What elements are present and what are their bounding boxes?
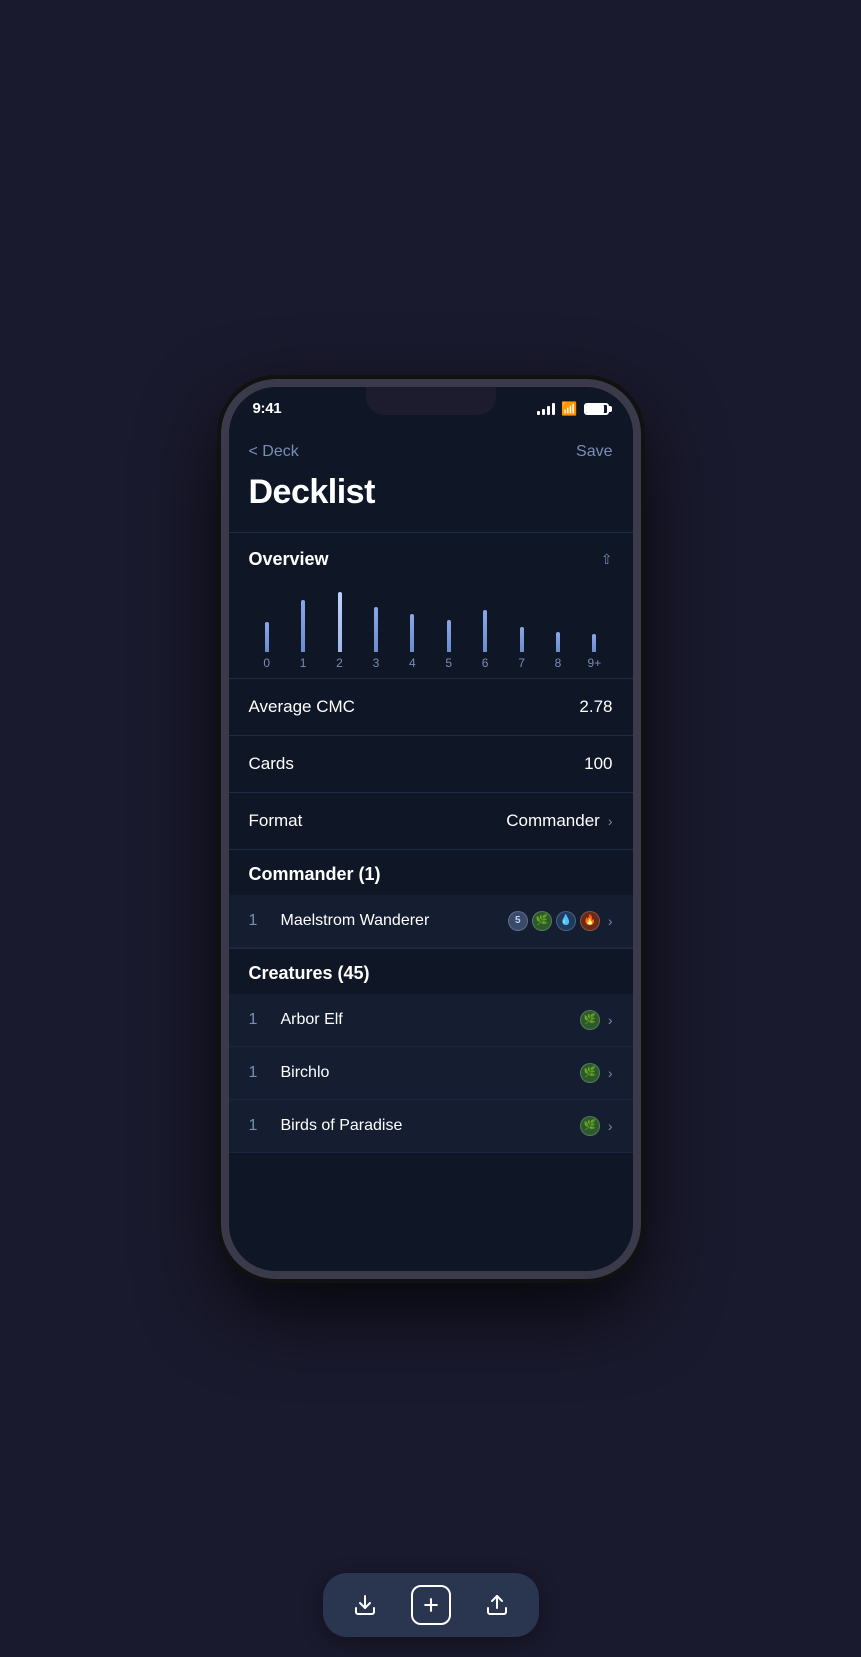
nav-bar: < Deck Save <box>229 431 633 469</box>
card-row-birds[interactable]: 1 Birds of Paradise 🌿 › <box>229 1100 633 1153</box>
wifi-icon: 📶 <box>561 401 577 417</box>
mana-generic-icon: 5 <box>508 911 528 931</box>
cards-label: Cards <box>249 754 294 774</box>
card-symbols-arbor: 🌿 <box>580 1010 600 1030</box>
chart-col-7: 7 <box>503 592 539 670</box>
chart-label-5: 5 <box>445 656 452 670</box>
creatures-section-header: Creatures (45) <box>229 949 633 994</box>
notch <box>366 387 496 415</box>
chart-label-1: 1 <box>300 656 307 670</box>
average-cmc-value: 2.78 <box>579 697 612 717</box>
overview-header[interactable]: Overview ⇧ <box>229 533 633 586</box>
chart-col-0: 0 <box>249 592 285 670</box>
mana-green-arbor-icon: 🌿 <box>580 1010 600 1030</box>
format-value-group: Commander › <box>506 811 612 831</box>
mana-green-birchlo-icon: 🌿 <box>580 1063 600 1083</box>
card-name-arbor: Arbor Elf <box>281 1011 580 1029</box>
status-time: 9:41 <box>253 400 282 417</box>
chart-col-9plus: 9+ <box>576 592 612 670</box>
chart-col-6: 6 <box>467 592 503 670</box>
page-title: Decklist <box>249 473 613 512</box>
chart-col-1: 1 <box>285 592 321 670</box>
commander-section-header: Commander (1) <box>229 850 633 895</box>
chart-label-8: 8 <box>555 656 562 670</box>
mana-curve-chart: 0 1 2 <box>229 586 633 678</box>
card-qty-birds: 1 <box>249 1117 269 1135</box>
format-value: Commander <box>506 811 600 831</box>
card-qty-arbor: 1 <box>249 1011 269 1029</box>
back-button[interactable]: < Deck <box>249 443 299 461</box>
arbor-arrow-icon: › <box>608 1012 613 1028</box>
mana-green-birds-icon: 🌿 <box>580 1116 600 1136</box>
save-button[interactable]: Save <box>576 443 612 461</box>
screen[interactable]: < Deck Save Decklist Overview ⇧ <box>229 431 633 1271</box>
chart-label-9plus: 9+ <box>588 656 602 670</box>
phone-wrapper: 9:41 📶 < Deck Save <box>0 0 861 1657</box>
card-qty-birchlo: 1 <box>249 1064 269 1082</box>
card-row-birchlo[interactable]: 1 Birchlo 🌿 › <box>229 1047 633 1100</box>
page-title-section: Decklist <box>229 469 633 532</box>
mana-red-icon: 🔥 <box>580 911 600 931</box>
birchlo-arrow-icon: › <box>608 1065 613 1081</box>
mana-green-icon: 🌿 <box>532 911 552 931</box>
format-arrow-icon: › <box>608 813 613 829</box>
card-row-maelstrom[interactable]: 1 Maelstrom Wanderer 5 🌿 💧 🔥 › <box>229 895 633 948</box>
chart-label-2: 2 <box>336 656 343 670</box>
card-qty-maelstrom: 1 <box>249 912 269 930</box>
signal-bars-icon <box>537 403 555 415</box>
card-symbols-maelstrom: 5 🌿 💧 🔥 <box>508 911 600 931</box>
chart-col-3: 3 <box>358 592 394 670</box>
card-name-birchlo: Birchlo <box>281 1064 580 1082</box>
phone-frame: 9:41 📶 < Deck Save <box>221 379 641 1279</box>
chart-label-4: 4 <box>409 656 416 670</box>
chart-label-3: 3 <box>373 656 380 670</box>
commander-section-title: Commander (1) <box>249 864 381 884</box>
cards-value: 100 <box>584 754 612 774</box>
chart-label-6: 6 <box>482 656 489 670</box>
overview-chevron-icon: ⇧ <box>601 551 613 568</box>
format-row[interactable]: Format Commander › <box>229 793 633 849</box>
average-cmc-label: Average CMC <box>249 697 355 717</box>
battery-icon <box>584 403 609 415</box>
maelstrom-arrow-icon: › <box>608 913 613 929</box>
overview-section: Overview ⇧ 0 <box>229 533 633 849</box>
average-cmc-row: Average CMC 2.78 <box>229 679 633 735</box>
status-icons: 📶 <box>537 401 608 417</box>
cards-row: Cards 100 <box>229 736 633 792</box>
card-name-birds: Birds of Paradise <box>281 1117 580 1135</box>
chart-col-2: 2 <box>321 592 357 670</box>
card-row-arbor-elf[interactable]: 1 Arbor Elf 🌿 › <box>229 994 633 1047</box>
chart-col-8: 8 <box>540 592 576 670</box>
card-name-maelstrom: Maelstrom Wanderer <box>281 912 508 930</box>
chart-col-5: 5 <box>431 592 467 670</box>
chart-label-0: 0 <box>263 656 270 670</box>
chart-bars: 0 1 2 <box>249 598 613 678</box>
card-symbols-birds: 🌿 <box>580 1116 600 1136</box>
creatures-section-title: Creatures (45) <box>249 963 370 983</box>
chart-label-7: 7 <box>518 656 525 670</box>
chart-col-4: 4 <box>394 592 430 670</box>
overview-title: Overview <box>249 549 329 570</box>
birds-arrow-icon: › <box>608 1118 613 1134</box>
mana-blue-icon: 💧 <box>556 911 576 931</box>
format-label: Format <box>249 811 303 831</box>
card-symbols-birchlo: 🌿 <box>580 1063 600 1083</box>
